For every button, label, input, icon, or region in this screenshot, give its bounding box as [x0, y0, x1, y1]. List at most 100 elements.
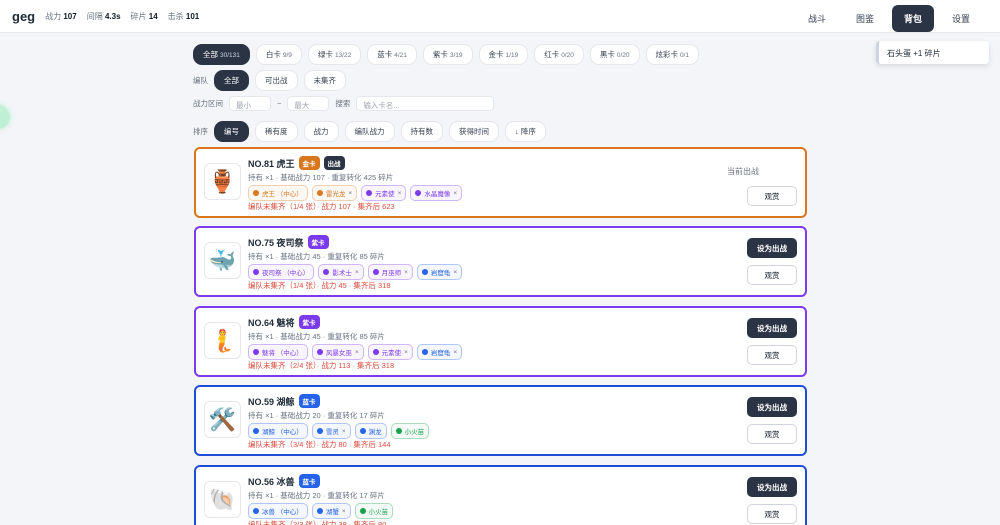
rarity-filter-gold[interactable]: 金卡 1/19 — [478, 44, 529, 65]
team-tag[interactable]: 水晶魔像 × — [410, 185, 463, 201]
card-meta: 持有 ×1 · 基础战力 45 · 重复转化 85 碎片 — [248, 252, 385, 261]
rarity-filter-rainbow[interactable]: 炫彩卡 0/1 — [645, 44, 700, 65]
tag-label: 小火苗 — [404, 429, 425, 436]
set-active-button[interactable]: 设为出战 — [747, 477, 797, 497]
sort-by-acquired-time[interactable]: 获得时间 — [449, 121, 499, 142]
remove-tag-icon[interactable]: × — [453, 349, 457, 356]
power-max-input[interactable]: 最大 — [287, 96, 330, 111]
remove-tag-icon[interactable]: × — [355, 349, 359, 356]
team-tag[interactable]: 岩窟龟 × — [416, 344, 463, 360]
tag-label: 虎王 （中心） — [262, 191, 303, 198]
rarity-filter-red[interactable]: 红卡 0/20 — [534, 44, 584, 65]
team-tag[interactable]: 元素使 × — [367, 344, 413, 360]
card-meta: 持有 ×1 · 基础战力 107 · 重复转化 425 碎片 — [248, 173, 394, 182]
power-min-input[interactable]: 最小 — [229, 96, 271, 111]
remove-tag-icon[interactable]: × — [453, 190, 457, 197]
tag-label: 风暴女巫 — [325, 350, 352, 357]
tag-dot-icon — [316, 428, 323, 434]
sort-by-number[interactable]: 编号 — [214, 121, 249, 142]
set-active-button[interactable]: 设为出战 — [747, 318, 797, 338]
team-tag[interactable]: 冰兽 （中心） — [248, 503, 308, 519]
tag-dot-icon — [253, 190, 259, 196]
tag-label: 夜司祭 （中心） — [262, 270, 310, 277]
nav-battle[interactable]: 战斗 — [796, 5, 838, 32]
nav-settings[interactable]: 设置 — [940, 5, 982, 32]
remove-tag-icon[interactable]: × — [404, 269, 408, 276]
team-tag[interactable]: 魅将 （中心） — [248, 344, 308, 360]
team-summary: 编队未集齐（2/4 张）· 战力 113 · 集齐后 318 — [248, 361, 395, 370]
view-button[interactable]: 观赏 — [747, 424, 797, 444]
tag-dot-icon — [253, 428, 259, 434]
sort-order-toggle[interactable]: ↓ 降序 — [505, 121, 546, 142]
sort-by-rarity[interactable]: 稀有度 — [255, 121, 298, 142]
search-input[interactable]: 输入卡名... — [356, 96, 495, 111]
sort-by-owned[interactable]: 持有数 — [400, 121, 443, 142]
remove-tag-icon[interactable]: × — [348, 190, 352, 197]
rarity-filter-black[interactable]: 黑卡 0/20 — [589, 44, 640, 65]
sort-label: 排序 — [193, 127, 208, 136]
team-filter-label: 编队 — [193, 76, 208, 85]
team-tags: 魅将 （中心） 风暴女巫 × 元素使 × 岩窟龟 × — [248, 344, 463, 360]
rarity-filter-green[interactable]: 绿卡 13/22 — [307, 44, 362, 65]
team-tag[interactable]: 元素使 × — [361, 185, 407, 201]
team-summary: 编队未集齐（2/3 张）· 战力 38 · 集齐后 80 — [248, 520, 387, 525]
card-item: 🛠️ NO.59 湖鲸 蓝卡 持有 ×1 · 基础战力 20 · 重复转化 17 碎片… — [194, 385, 807, 456]
remove-tag-icon[interactable]: × — [355, 269, 359, 276]
team-tag[interactable]: 岩窟龟 × — [416, 264, 463, 280]
rarity-filter-blue[interactable]: 蓝卡 4/21 — [367, 44, 417, 65]
remove-tag-icon[interactable]: × — [453, 269, 457, 276]
card-title: NO.59 湖鲸 — [248, 396, 295, 407]
nav-backpack[interactable]: 背包 — [891, 5, 934, 32]
tag-dot-icon — [415, 190, 422, 196]
tag-label: 月巫师 — [381, 270, 402, 277]
tag-dot-icon — [395, 428, 402, 434]
team-tags: 湖鲸 （中心） 雪灵 × 渊龙 小火苗 — [248, 423, 430, 439]
card-art-icon: 🏺 — [208, 168, 237, 194]
team-tag[interactable]: 虎王 （中心） — [248, 185, 308, 201]
remove-tag-icon[interactable]: × — [342, 508, 346, 515]
team-tag[interactable]: 雷光龙 × — [311, 185, 358, 201]
set-active-button[interactable]: 设为出战 — [747, 397, 797, 417]
team-tags: 夜司祭 （中心） 影术士 × 月巫师 × 岩窟龟 × — [248, 264, 463, 280]
remove-tag-icon[interactable]: × — [398, 190, 402, 197]
remove-tag-icon[interactable]: × — [404, 349, 408, 356]
team-tag[interactable]: 小火苗 — [390, 423, 430, 439]
team-tag[interactable]: 月巫师 × — [367, 264, 413, 280]
team-tag[interactable]: 夜司祭 （中心） — [248, 264, 315, 280]
team-tag[interactable]: 雪灵 × — [311, 423, 351, 439]
sort-by-power[interactable]: 战力 — [303, 121, 339, 142]
rarity-filter-purple[interactable]: 紫卡 3/19 — [422, 44, 473, 65]
rarity-filter-all[interactable]: 全部 30/131 — [193, 44, 250, 65]
rarity-filter-white[interactable]: 白卡 9/9 — [255, 44, 302, 65]
tag-label: 小火苗 — [368, 509, 389, 516]
tag-label: 冰兽 （中心） — [262, 509, 303, 516]
card-item: 🏺 NO.81 虎王 金卡 出战 持有 ×1 · 基础战力 107 · 重复转化 425… — [194, 147, 807, 218]
tag-dot-icon — [253, 269, 259, 275]
team-tag[interactable]: 小火苗 — [354, 503, 394, 519]
remove-tag-icon[interactable]: × — [342, 428, 346, 435]
team-tag[interactable]: 湖蟹 × — [311, 503, 351, 519]
view-button[interactable]: 观赏 — [747, 504, 797, 524]
view-button[interactable]: 观赏 — [747, 345, 797, 365]
nav-collection[interactable]: 图鉴 — [844, 5, 886, 32]
set-active-button[interactable]: 设为出战 — [747, 238, 797, 258]
brand-name: geg — [12, 8, 36, 24]
team-tag[interactable]: 湖鲸 （中心） — [248, 423, 308, 439]
tag-label: 湖鲸 （中心） — [262, 429, 303, 436]
team-tag[interactable]: 风暴女巫 × — [311, 344, 364, 360]
team-tag[interactable]: 渊龙 — [354, 423, 387, 439]
team-tag[interactable]: 影术士 × — [318, 264, 364, 280]
card-art-icon: 🐚 — [208, 486, 237, 512]
rarity-badge: 蓝卡 — [298, 474, 320, 488]
view-button[interactable]: 观赏 — [747, 265, 797, 285]
team-filter-all[interactable]: 全部 — [214, 70, 249, 91]
card-title-row: NO.75 夜司祭 紫卡 — [248, 235, 329, 249]
sort-by-team-power[interactable]: 编队战力 — [344, 121, 395, 142]
rarity-badge: 紫卡 — [307, 235, 329, 249]
card-meta: 持有 ×1 · 基础战力 20 · 重复转化 17 碎片 — [248, 411, 385, 420]
team-filter-incomplete[interactable]: 未集齐 — [303, 70, 346, 91]
team-filter-ready[interactable]: 可出战 — [255, 70, 298, 91]
stat-fragments: 碎片 14 — [130, 11, 158, 21]
view-button[interactable]: 观赏 — [747, 186, 797, 206]
range-separator: ~ — [277, 99, 282, 108]
